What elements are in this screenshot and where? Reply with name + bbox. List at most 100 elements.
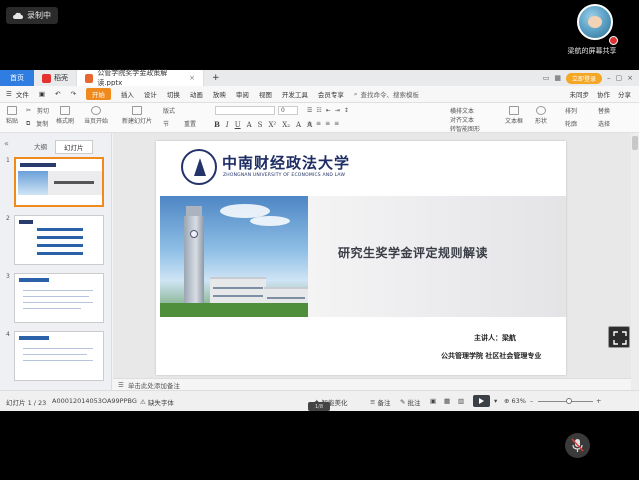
highlight-icon[interactable]: A bbox=[296, 121, 301, 129]
login-button[interactable]: 立即登录 bbox=[565, 72, 602, 84]
layout-button[interactable]: 版式 bbox=[163, 106, 175, 115]
command-search[interactable]: ⌕ 查找命令、搜索模板 bbox=[354, 89, 419, 100]
missing-font-button[interactable]: ⚠ 缺失字体 bbox=[140, 397, 174, 407]
close-tab-icon[interactable]: × bbox=[189, 74, 195, 82]
tab-home[interactable]: 首页 bbox=[0, 70, 34, 86]
collapse-panel-icon[interactable]: « bbox=[4, 139, 9, 148]
menu-file[interactable]: 文件 bbox=[16, 89, 29, 99]
minimize-icon[interactable]: – bbox=[607, 74, 611, 82]
decrease-indent-icon[interactable]: ⇤ bbox=[326, 107, 331, 114]
zoom-out-icon[interactable]: – bbox=[530, 397, 533, 405]
paste-button[interactable]: 粘贴 bbox=[6, 106, 18, 125]
bullet-list-icon[interactable]: ☰ bbox=[307, 107, 312, 114]
format-painter-button[interactable]: 格式刷 bbox=[56, 106, 74, 125]
department-line[interactable]: 公共管理学院 社区社会管理专业 bbox=[441, 351, 541, 361]
superscript-icon[interactable]: X² bbox=[268, 121, 276, 129]
font-name-field[interactable] bbox=[215, 106, 275, 115]
numbered-list-icon[interactable]: ☷ bbox=[316, 107, 321, 114]
font-size-field[interactable]: 0 bbox=[278, 106, 298, 115]
text-direction-dropdown[interactable]: 横排文本 bbox=[450, 106, 474, 115]
align-center-icon[interactable]: ≡ bbox=[316, 120, 321, 127]
slideshow-dropdown-icon[interactable]: ▾ bbox=[494, 397, 497, 405]
close-window-icon[interactable]: × bbox=[627, 74, 633, 82]
select-button[interactable]: 选择 bbox=[598, 119, 610, 128]
align-right-icon[interactable]: ≡ bbox=[325, 120, 330, 127]
collab-button[interactable]: 协作 bbox=[597, 89, 610, 99]
menu-review[interactable]: 审阅 bbox=[236, 89, 249, 99]
scroll-thumb[interactable] bbox=[632, 136, 638, 150]
line-spacing-icon[interactable]: ↕ bbox=[344, 107, 349, 114]
sorter-view-icon[interactable]: ▦ bbox=[444, 397, 450, 405]
slide-title[interactable]: 研究生奖学金评定规则解读 bbox=[338, 244, 488, 261]
tab-outline[interactable]: 大纲 bbox=[26, 140, 55, 154]
smartart-button[interactable]: 转智能图形 bbox=[450, 124, 480, 133]
menu-transition[interactable]: 切换 bbox=[167, 89, 180, 99]
arrange-button[interactable]: 排列 bbox=[565, 106, 577, 115]
shapes-button[interactable]: 形状 bbox=[535, 106, 547, 125]
align-left-icon[interactable]: ≡ bbox=[307, 120, 312, 127]
sync-status[interactable]: 未同步 bbox=[570, 89, 590, 99]
section-button[interactable]: 节 bbox=[163, 119, 169, 128]
menu-member[interactable]: 会员专享 bbox=[318, 89, 344, 99]
zoom-level[interactable]: ⊕ 63% bbox=[504, 397, 526, 405]
italic-icon[interactable]: I bbox=[226, 121, 229, 129]
strikethrough-icon[interactable]: S bbox=[258, 121, 263, 129]
normal-view-icon[interactable]: ▣ bbox=[430, 397, 436, 405]
menu-view[interactable]: 视图 bbox=[259, 89, 272, 99]
outline-button[interactable]: 轮廓 bbox=[565, 119, 577, 128]
zoom-slider-knob[interactable] bbox=[566, 398, 572, 404]
menu-animation[interactable]: 动画 bbox=[190, 89, 203, 99]
presenter-panel[interactable]: 梁航的屏幕共享 bbox=[567, 4, 623, 56]
notes-button[interactable]: ≡ 备注 bbox=[370, 397, 390, 407]
justify-icon[interactable]: ≡ bbox=[334, 120, 339, 127]
speaker-line[interactable]: 主讲人：梁航 bbox=[474, 333, 516, 343]
subscript-icon[interactable]: X₂ bbox=[282, 121, 290, 129]
align-text-dropdown[interactable]: 对齐文本 bbox=[450, 115, 474, 124]
comments-button[interactable]: ✎ 批注 bbox=[400, 397, 420, 407]
screen-root: { "recording": { "label": "录制中" }, "pres… bbox=[0, 0, 639, 480]
tab-docer[interactable]: 稻壳 bbox=[34, 70, 76, 86]
notes-toggle-icon[interactable]: ☰ bbox=[118, 381, 124, 389]
fit-window-button[interactable] bbox=[608, 326, 630, 348]
notes-area[interactable]: ☰ 单击此处添加备注 bbox=[113, 378, 631, 390]
microphone-button[interactable] bbox=[565, 433, 590, 458]
slideshow-play-button[interactable] bbox=[473, 395, 490, 407]
menu-insert[interactable]: 插入 bbox=[121, 89, 134, 99]
replace-button[interactable]: 替换 bbox=[598, 106, 610, 115]
slide-thumbnail-3[interactable] bbox=[14, 273, 104, 323]
font-color-icon[interactable]: A bbox=[247, 121, 252, 129]
slide-thumbnail-2[interactable] bbox=[14, 215, 104, 265]
layout-icon[interactable]: ▭ bbox=[543, 74, 550, 82]
menu-design[interactable]: 设计 bbox=[144, 89, 157, 99]
redo-icon[interactable]: ↷ bbox=[70, 90, 75, 98]
increase-indent-icon[interactable]: ⇥ bbox=[335, 107, 340, 114]
play-current-button[interactable]: 当页开始 bbox=[84, 106, 108, 125]
undo-icon[interactable]: ↶ bbox=[55, 90, 60, 98]
menu-slideshow[interactable]: 放映 bbox=[213, 89, 226, 99]
maximize-icon[interactable]: ▢ bbox=[616, 74, 623, 82]
new-tab-button[interactable]: + bbox=[204, 73, 228, 83]
reset-button[interactable]: 重置 bbox=[184, 119, 196, 128]
grid-icon[interactable]: ▦ bbox=[554, 74, 561, 82]
tab-slides[interactable]: 幻灯片 bbox=[55, 140, 93, 154]
vertical-scrollbar[interactable] bbox=[631, 133, 639, 390]
textbox-button[interactable]: 文本框 bbox=[505, 106, 523, 125]
bold-icon[interactable]: B bbox=[214, 120, 220, 129]
menu-start[interactable]: 开始 bbox=[85, 88, 111, 100]
hamburger-icon[interactable]: ☰ bbox=[6, 90, 12, 98]
save-icon[interactable]: ▣ bbox=[39, 90, 45, 98]
reading-view-icon[interactable]: ▥ bbox=[458, 397, 464, 405]
underline-icon[interactable]: U bbox=[235, 121, 241, 129]
current-slide[interactable]: 中南财经政法大学 ZHONGNAN UNIVERSITY OF ECONOMIC… bbox=[156, 141, 566, 375]
tab-document[interactable]: 公管学院奖学金政策解读.pptx × bbox=[76, 69, 204, 87]
cut-button[interactable]: ✂ 剪切 bbox=[26, 106, 49, 115]
share-button[interactable]: 分享 bbox=[618, 89, 631, 99]
recording-badge[interactable]: 录制中 bbox=[6, 7, 58, 24]
slide-thumbnail-4[interactable] bbox=[14, 331, 104, 381]
slide-thumbnail-1[interactable] bbox=[14, 157, 104, 207]
menu-developer[interactable]: 开发工具 bbox=[282, 89, 308, 99]
zoom-in-icon[interactable]: + bbox=[596, 397, 601, 405]
copy-button[interactable]: ⧉ 复制 bbox=[26, 119, 48, 129]
new-slide-button[interactable]: 新建幻灯片 bbox=[122, 106, 152, 125]
slide-editor[interactable]: 中南财经政法大学 ZHONGNAN UNIVERSITY OF ECONOMIC… bbox=[113, 133, 631, 378]
